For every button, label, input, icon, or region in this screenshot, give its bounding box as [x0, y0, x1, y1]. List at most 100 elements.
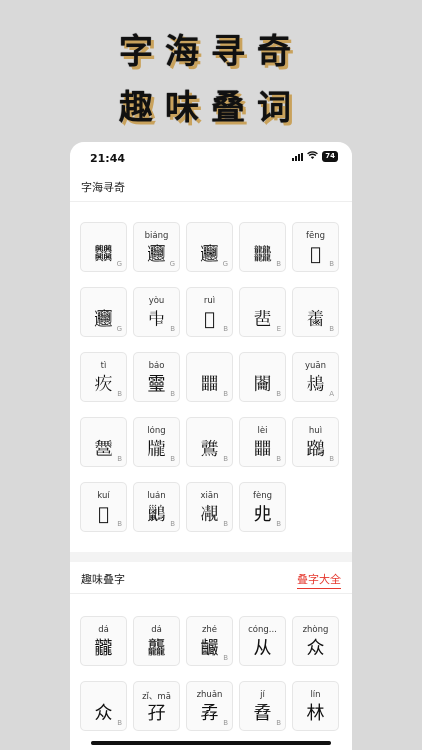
char-pinyin: dá — [98, 625, 109, 635]
char-card[interactable]: lèi 𤳳 B — [239, 417, 286, 467]
char-card[interactable]: luán 𪇹 B — [133, 482, 180, 532]
char-card[interactable]: jí 孴 B — [239, 681, 286, 731]
rare-chars-section: 字海寻奇 𠔻 Gbiáng 𰻝 G 𰻞 G 𪚥 Bfēng 𩙫 B 𰻝 Gyòu 𠁩 Bruì 𧇸 B 𩇯 E 𪉤 B… — [70, 170, 352, 552]
char-grade-badge: B — [117, 390, 122, 398]
status-bar: 21:44 74 — [70, 142, 352, 170]
char-pinyin: luán — [147, 491, 166, 501]
char-grade-badge: B — [170, 390, 175, 398]
char-pinyin: ruì — [203, 296, 216, 306]
char-pinyin: zǐ、mā — [142, 692, 171, 702]
char-card[interactable]: 𰻞G — [186, 222, 233, 272]
char-glyph: 林 — [306, 703, 325, 724]
status-time: 21:44 — [90, 152, 126, 165]
char-card[interactable]: lín 林 — [292, 681, 339, 731]
char-card[interactable]: zhuǎn 孨 B — [186, 681, 233, 731]
char-pinyin: huì — [308, 426, 323, 436]
char-pinyin: zhòng — [302, 625, 329, 635]
char-glyph: 龖 — [94, 638, 113, 659]
char-grade-badge: E — [276, 325, 281, 333]
char-card[interactable]: huì 𪆽 B — [292, 417, 339, 467]
char-glyph: 众 — [306, 638, 325, 659]
char-card[interactable]: 𪉤B — [292, 287, 339, 337]
section-header: 趣味叠字 叠字大全 — [70, 562, 352, 594]
char-glyph: 孖 — [147, 703, 166, 724]
char-card[interactable]: tì 𤴼 B — [80, 352, 127, 402]
phone-screen: 21:44 74 字海寻奇 𠔻 Gbiáng 𰻝 G 𰻞 G 𪚥 Bfēng 𩙫 B 𰻝 Gyòu 𠁩 B… — [70, 142, 352, 750]
char-card[interactable]: 𰻝G — [80, 287, 127, 337]
char-card[interactable]: yuān 𪀖 A — [292, 352, 339, 402]
char-card[interactable]: yòu 𠁩 B — [133, 287, 180, 337]
char-card[interactable]: kuí 𣛧 B — [80, 482, 127, 532]
char-grade-badge: B — [223, 719, 228, 727]
char-grade-badge: B — [223, 520, 228, 528]
char-pinyin: cóng... — [248, 625, 277, 635]
char-pinyin: zhuǎn — [196, 690, 223, 700]
char-pinyin: yuān — [304, 361, 326, 371]
char-grade-badge: G — [116, 325, 122, 333]
char-glyph: 从 — [253, 638, 272, 659]
char-glyph: 龘 — [147, 638, 166, 659]
char-pinyin: yòu — [148, 296, 165, 306]
char-card[interactable]: 𩇯E — [239, 287, 286, 337]
char-card[interactable]: 𪇻B — [186, 417, 233, 467]
char-grade-badge: G — [222, 260, 228, 268]
char-card[interactable]: 𠔻G — [80, 222, 127, 272]
char-grade-badge: B — [276, 260, 281, 268]
char-card[interactable]: 𨝬B — [80, 417, 127, 467]
char-grade-badge: G — [169, 260, 175, 268]
char-grade-badge: B — [223, 390, 228, 398]
char-grade-badge: B — [170, 520, 175, 528]
char-card[interactable]: dá 龘 — [133, 616, 180, 666]
char-grade-badge: B — [117, 520, 122, 528]
char-grade-badge: G — [116, 260, 122, 268]
char-grade-badge: B — [117, 455, 122, 463]
char-card[interactable]: zǐ、mā 孖 — [133, 681, 180, 731]
char-grade-badge: B — [276, 719, 281, 727]
char-grade-badge: B — [329, 325, 334, 333]
char-card[interactable]: 𤳳B — [186, 352, 233, 402]
promo-title-line2: 趣味叠词 — [119, 88, 303, 128]
char-grade-badge: B — [223, 654, 228, 662]
char-card[interactable]: 众B — [80, 681, 127, 731]
char-pinyin: fèng — [252, 491, 272, 501]
char-card[interactable]: dá 龖 — [80, 616, 127, 666]
char-grade-badge: B — [329, 455, 334, 463]
promo-banner: 字海寻奇 趣味叠词 — [0, 0, 422, 142]
battery-icon: 74 — [322, 151, 338, 162]
section-title: 字海寻奇 — [81, 181, 125, 194]
char-grade-badge: B — [276, 390, 281, 398]
char-grade-badge: A — [329, 390, 334, 398]
char-pinyin: dá — [151, 625, 162, 635]
char-pinyin: lín — [310, 690, 321, 700]
char-card[interactable]: zhé 䶫 B — [186, 616, 233, 666]
char-card[interactable]: fèng 𠑹 B — [239, 482, 286, 532]
char-pinyin: jí — [260, 690, 265, 700]
char-grade-badge: B — [276, 520, 281, 528]
fun-chars-section: 趣味叠字 叠字大全 dá 龖 dá 龘 zhé 䶫 Bcóng... 从 zhòng 众众 Bzǐ、… — [70, 562, 352, 750]
char-card[interactable]: zhòng 众 — [292, 616, 339, 666]
all-stacked-chars-link[interactable]: 叠字大全 — [297, 571, 341, 589]
char-card[interactable]: xiān 𩇟 B — [186, 482, 233, 532]
char-card[interactable]: ruì 𧇸 B — [186, 287, 233, 337]
char-card[interactable]: 𪚥B — [239, 222, 286, 272]
signal-icon — [292, 152, 304, 161]
char-card[interactable]: báo 𩆜 B — [133, 352, 180, 402]
char-card[interactable]: biáng 𰻝 G — [133, 222, 180, 272]
char-pinyin: xiān — [200, 491, 219, 501]
char-pinyin: lèi — [257, 426, 268, 436]
promo-title-line1: 字海寻奇 — [119, 32, 303, 72]
section-title: 趣味叠字 — [81, 573, 125, 586]
char-pinyin: zhé — [201, 625, 218, 635]
char-pinyin: tì — [100, 361, 107, 371]
char-pinyin: biáng — [144, 231, 169, 241]
char-grade-badge: B — [276, 455, 281, 463]
char-card[interactable]: 𨷲B — [239, 352, 286, 402]
char-grade-badge: B — [223, 325, 228, 333]
status-icons: 74 — [292, 151, 338, 162]
char-pinyin: kuí — [97, 491, 110, 501]
char-card[interactable]: cóng... 从 — [239, 616, 286, 666]
char-card[interactable]: fēng 𩙫 B — [292, 222, 339, 272]
section-header: 字海寻奇 — [70, 170, 352, 202]
char-card[interactable]: lóng 𪚖 B — [133, 417, 180, 467]
home-indicator[interactable] — [91, 741, 331, 745]
